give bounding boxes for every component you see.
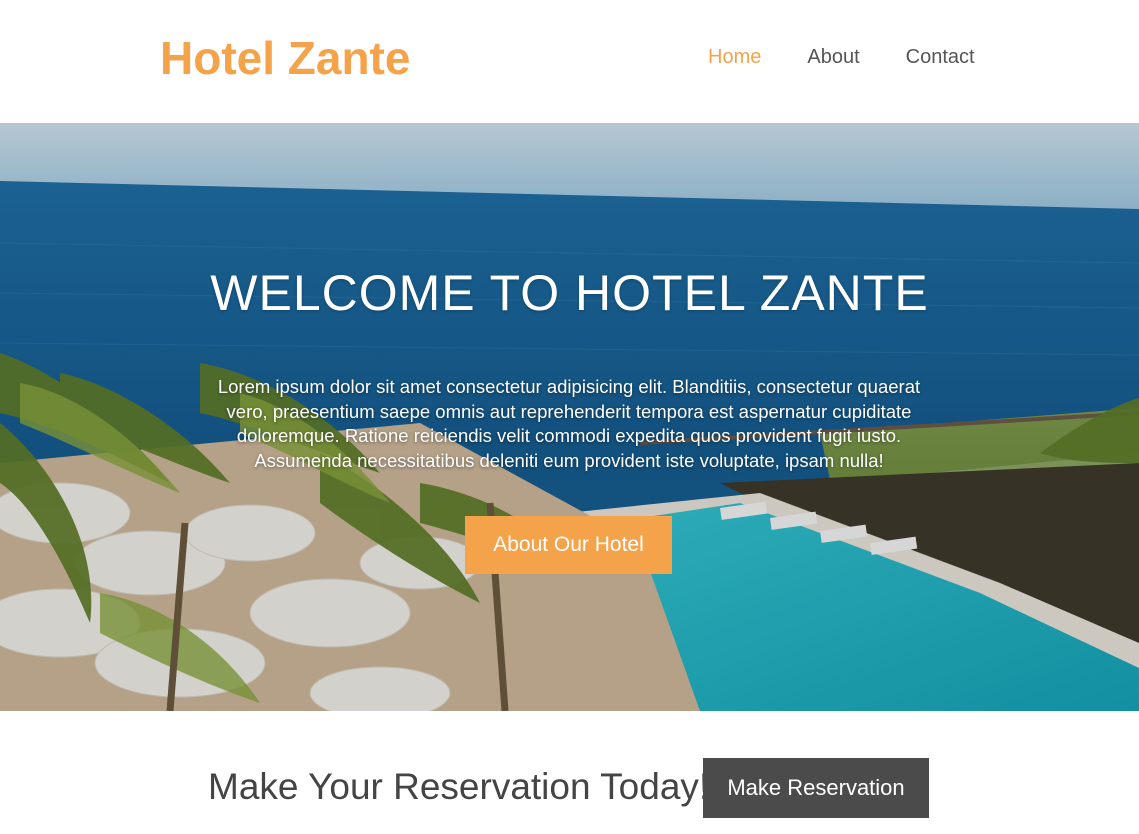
reservation-prompt: Make Your Reservation Today!: [208, 766, 710, 807]
hero-description: Lorem ipsum dolor sit amet consectetur a…: [217, 376, 921, 471]
brand-logo[interactable]: Hotel Zante: [160, 32, 410, 84]
nav-about-link[interactable]: About: [807, 44, 859, 70]
nav-home-link[interactable]: Home: [708, 44, 761, 70]
hero-title: WELCOME TO HOTEL ZANTE: [210, 265, 929, 321]
make-reservation-button[interactable]: Make Reservation: [703, 758, 929, 818]
about-hotel-button[interactable]: About Our Hotel: [465, 516, 672, 574]
main-nav: Home About Contact: [708, 44, 975, 70]
hero-section: WELCOME TO HOTEL ZANTE Lorem ipsum dolor…: [0, 123, 1139, 711]
site-header: Hotel Zante Home About Contact: [0, 0, 1139, 123]
nav-contact-link[interactable]: Contact: [906, 44, 975, 70]
